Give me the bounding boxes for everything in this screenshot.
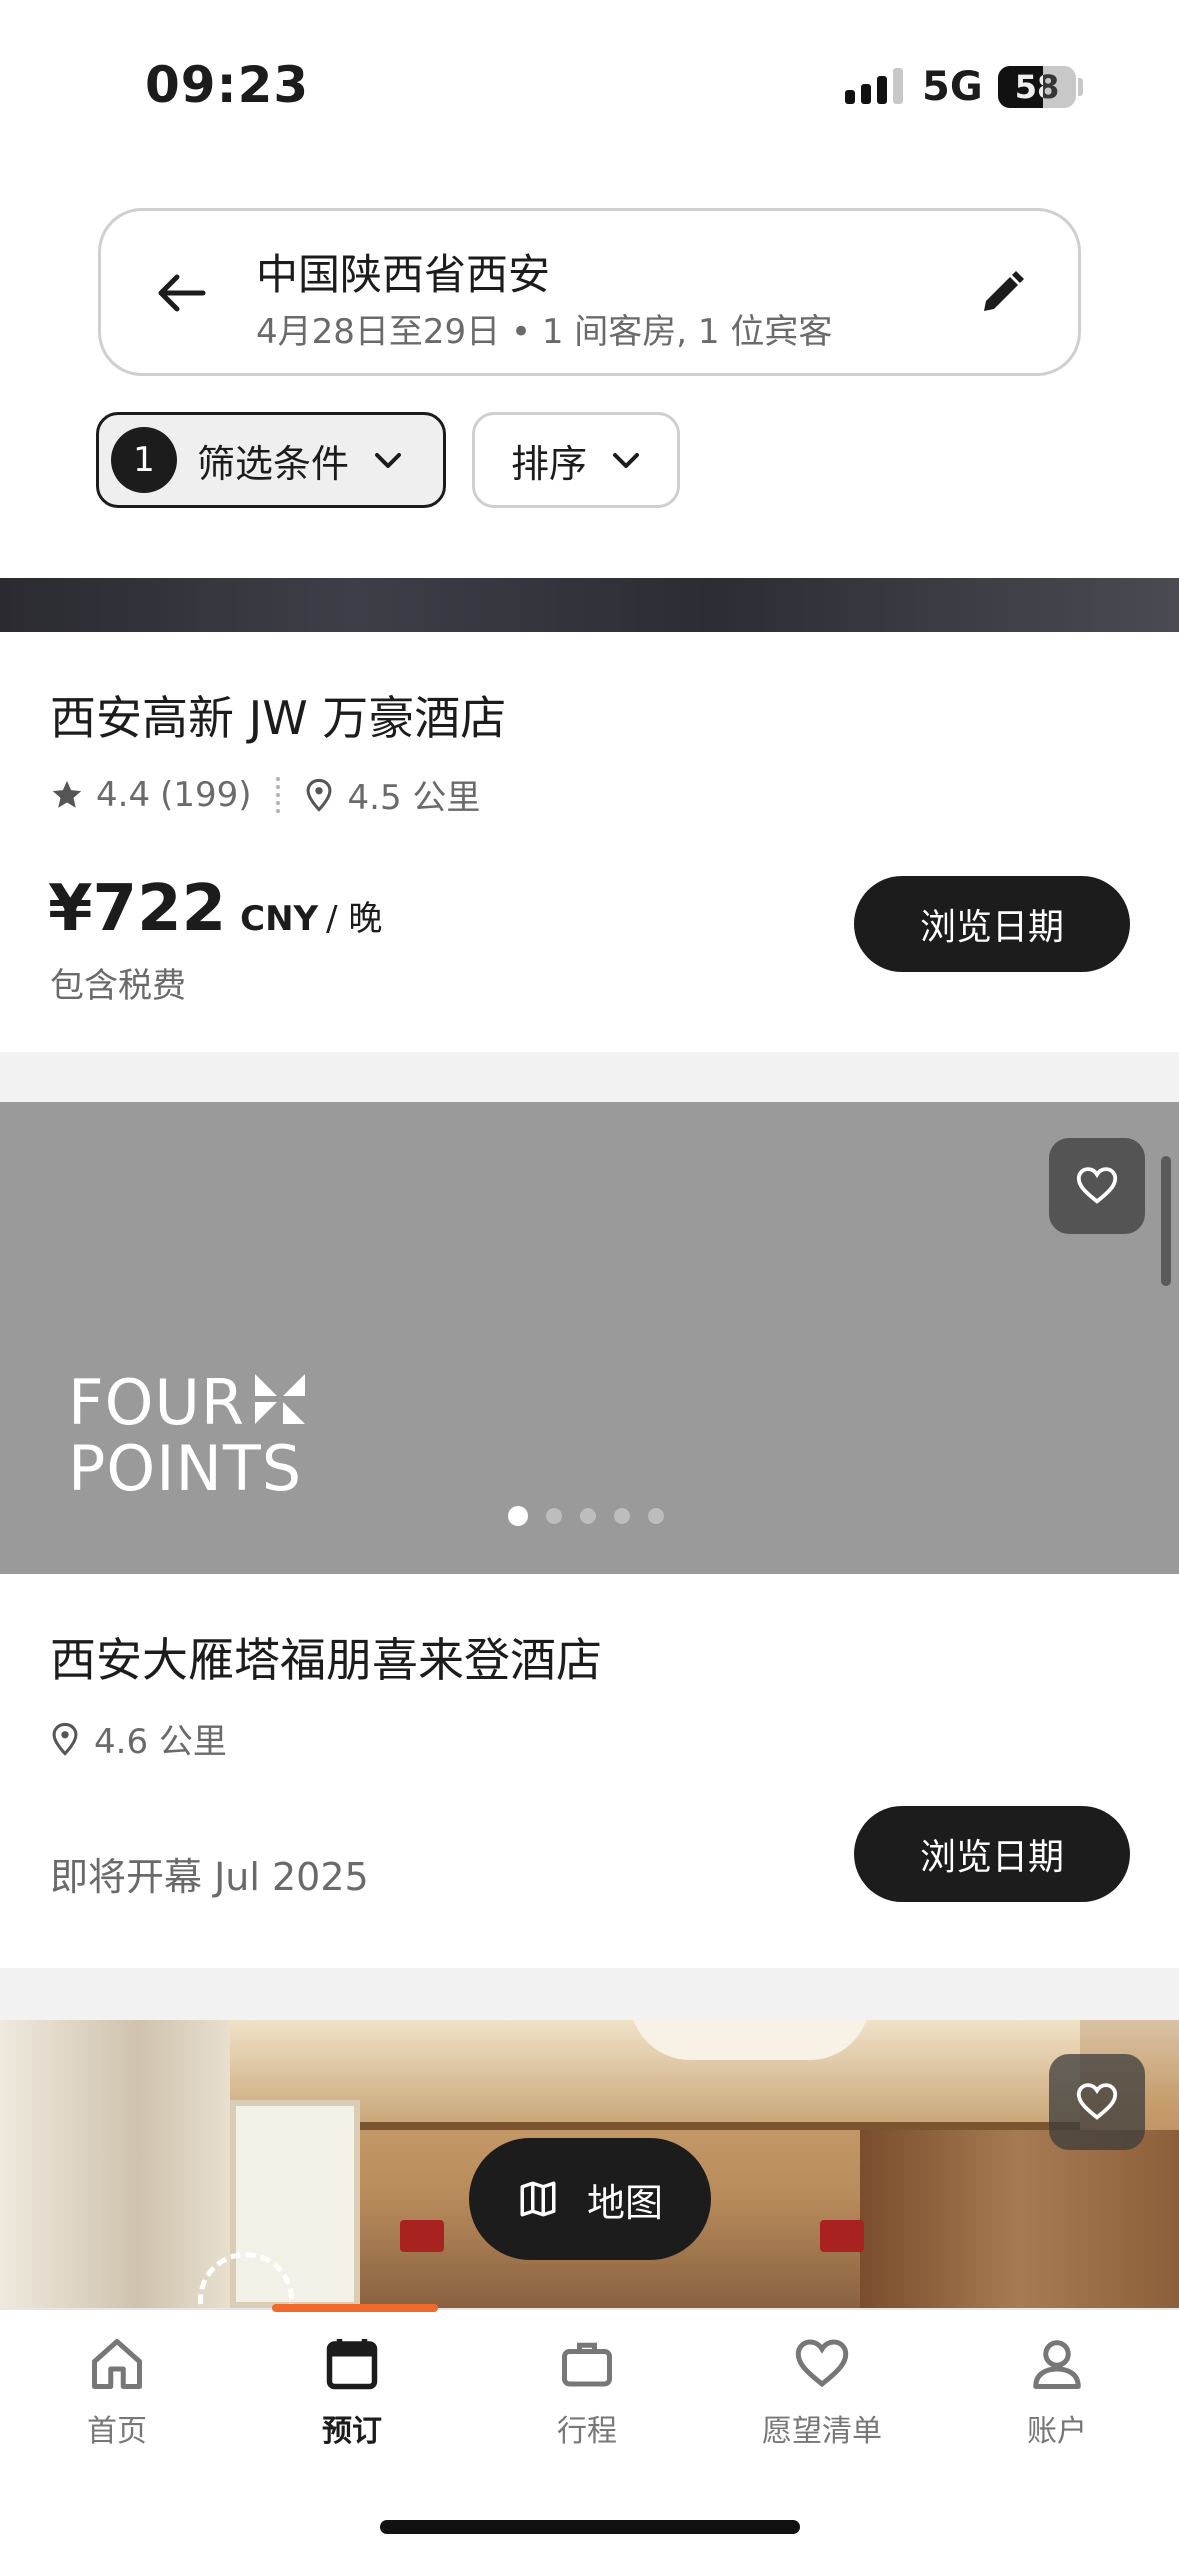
search-details: 4月28日至29日 • 1 间客房, 1 位宾客 [256, 312, 833, 352]
chevron-down-icon [613, 453, 640, 468]
filter-label: 筛选条件 [197, 441, 350, 486]
hotel-name[interactable]: 西安高新 JW 万豪酒店 [50, 682, 506, 748]
scrollbar[interactable] [1161, 1156, 1171, 1286]
photo-lamp [820, 2220, 864, 2252]
price-amount: ¥722 [48, 872, 227, 946]
tab-home[interactable]: 首页 [27, 2334, 207, 2450]
hotel-card[interactable]: 西安高新 JW 万豪酒店 4.4 (199) 4.5 公里 ¥722 CNY /… [0, 632, 1179, 1052]
tab-wishlist[interactable]: 愿望清单 [732, 2334, 912, 2450]
tab-active-indicator [272, 2304, 438, 2312]
tab-label: 首页 [87, 2414, 147, 2449]
briefcase-icon [562, 2342, 612, 2387]
hotel-photo[interactable] [0, 578, 1179, 632]
heart-icon [1076, 1167, 1118, 1204]
tab-label: 行程 [557, 2414, 617, 2449]
map-button-label: 地图 [586, 2180, 663, 2225]
battery-level: 58 [1014, 68, 1060, 106]
photo-carousel-dots[interactable] [508, 1506, 664, 1526]
calendar-icon [326, 2339, 378, 2390]
photo-wood-panel [860, 2130, 1179, 2308]
home-icon [92, 2339, 142, 2389]
meta-divider [275, 776, 280, 813]
heart-icon [795, 2339, 849, 2388]
tab-label: 预订 [322, 2414, 382, 2449]
tab-account[interactable]: 账户 [967, 2334, 1147, 2450]
user-icon [1033, 2340, 1081, 2389]
hotel-distance: 4.6 公里 [94, 1722, 227, 1762]
hotel-rating: 4.4 [96, 774, 151, 815]
edit-pencil-icon[interactable] [974, 265, 1030, 321]
opening-note: 即将开幕 Jul 2025 [50, 1855, 369, 1899]
tab-label: 账户 [1027, 2414, 1087, 2449]
star-icon [52, 780, 82, 808]
map-button[interactable]: 地图 [469, 2138, 711, 2260]
browse-dates-button[interactable]: 浏览日期 [854, 876, 1130, 972]
chevron-down-icon [375, 453, 402, 468]
status-time: 09:23 [145, 56, 310, 114]
hotel-name[interactable]: 西安大雁塔福朋喜来登酒店 [50, 1624, 602, 1690]
hotel-results-list[interactable]: 西安高新 JW 万豪酒店 4.4 (199) 4.5 公里 ¥722 CNY /… [0, 578, 1179, 2308]
wishlist-button[interactable] [1049, 2054, 1145, 2150]
search-location: 中国陕西省西安 [256, 250, 551, 299]
four-points-logo: FOUR POINTS [68, 1370, 309, 1502]
filter-count-badge: 1 [111, 427, 177, 493]
filter-button[interactable]: 1 筛选条件 [96, 412, 446, 508]
battery-icon: 58 [998, 66, 1076, 108]
price-currency: CNY [240, 899, 319, 939]
battery-tip [1078, 78, 1083, 96]
hotel-review-count: (199) [160, 774, 252, 815]
bottom-tab-bar: 首页 预订 行程 愿望清单 账户 [0, 2304, 1179, 2556]
hotel-card[interactable]: 西安大雁塔福朋喜来登酒店 4.6 公里 即将开幕 Jul 2025 浏览日期 [0, 1574, 1179, 1968]
tab-bookings[interactable]: 预订 [262, 2334, 442, 2450]
signal-icon [845, 68, 903, 104]
wishlist-button[interactable] [1049, 1138, 1145, 1234]
hotel-photo[interactable]: FOUR POINTS [0, 1102, 1179, 1574]
search-header: 中国陕西省西安 4月28日至29日 • 1 间客房, 1 位宾客 1 筛选条件 … [0, 150, 1179, 578]
home-indicator [380, 2520, 800, 2534]
price-per-night: / 晚 [326, 899, 383, 939]
hotel-meta: 4.6 公里 [50, 1714, 227, 1763]
photo-curtain [0, 2020, 230, 2308]
hotel-price: ¥722 CNY / 晚 [48, 872, 382, 946]
heart-icon [1076, 2083, 1118, 2120]
sort-label: 排序 [511, 441, 588, 486]
tab-trips[interactable]: 行程 [497, 2334, 677, 2450]
location-pin-icon [306, 778, 331, 812]
location-pin-icon [52, 1722, 78, 1756]
network-label: 5G [922, 64, 983, 110]
map-icon [520, 2181, 556, 2217]
hotel-distance: 4.5 公里 [347, 778, 481, 818]
status-bar: 09:23 5G 58 [0, 0, 1179, 150]
tab-label: 愿望清单 [762, 2414, 882, 2449]
photo-lamp [400, 2220, 444, 2252]
back-arrow-icon[interactable] [151, 263, 211, 323]
browse-dates-button[interactable]: 浏览日期 [854, 1806, 1130, 1902]
sort-button[interactable]: 排序 [472, 412, 680, 508]
hotel-meta: 4.4 (199) 4.5 公里 [50, 770, 480, 819]
tax-note: 包含税费 [50, 966, 186, 1006]
search-summary-bar[interactable]: 中国陕西省西安 4月28日至29日 • 1 间客房, 1 位宾客 [98, 208, 1081, 376]
